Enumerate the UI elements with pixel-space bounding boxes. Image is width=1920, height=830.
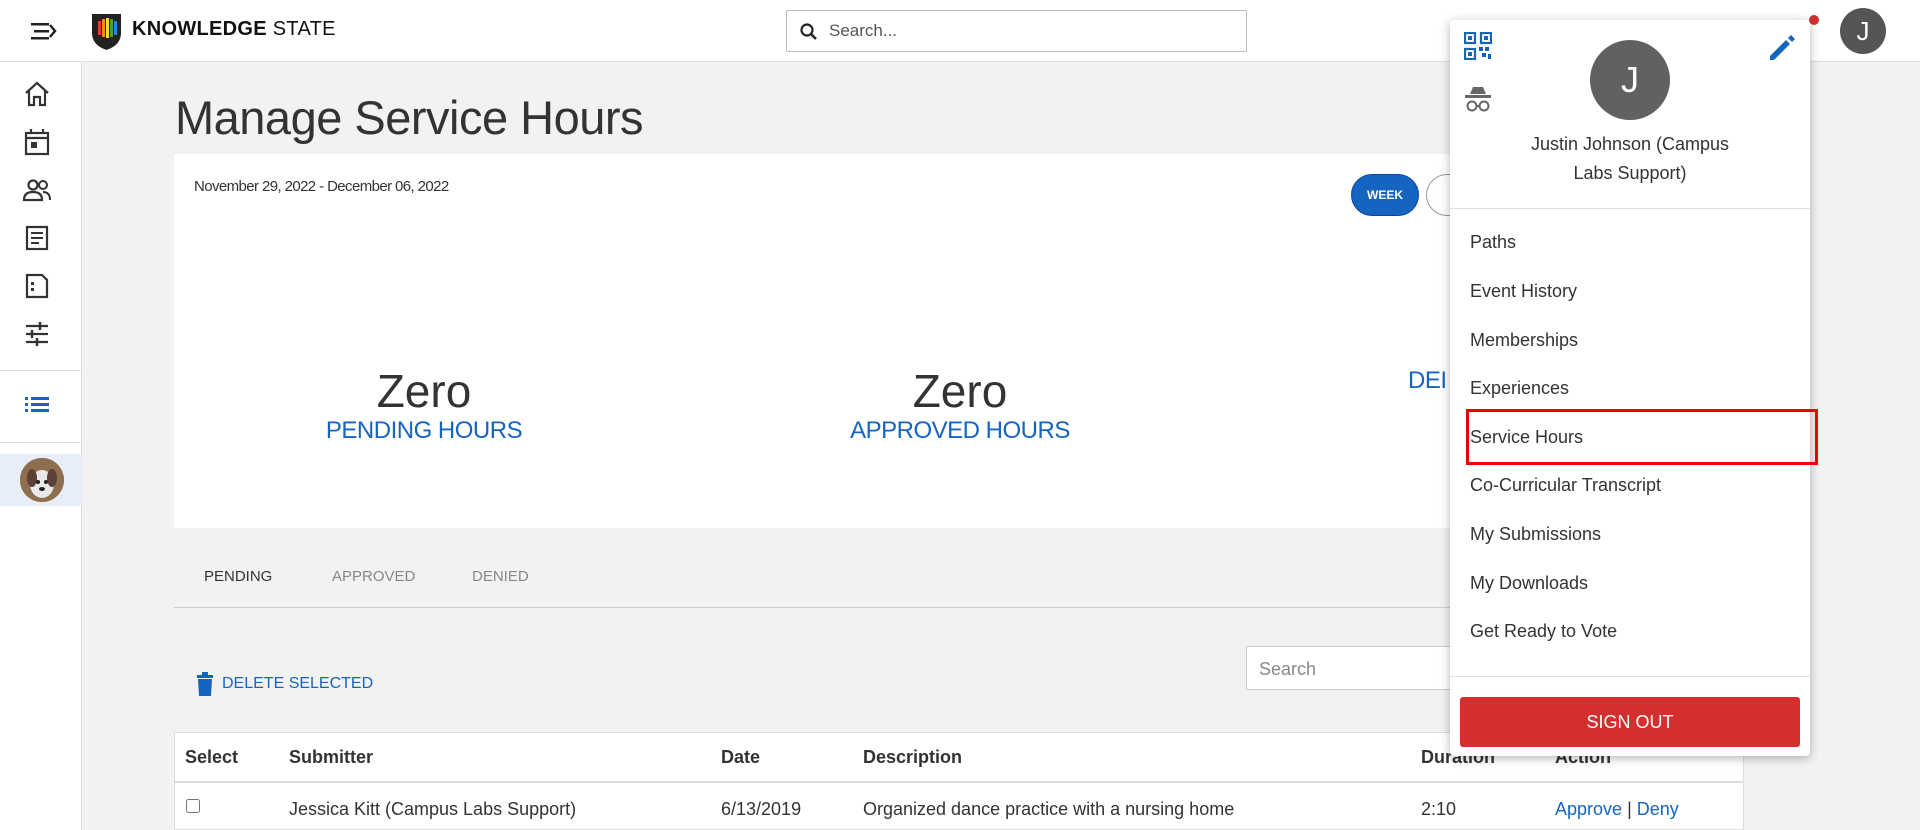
dropdown-avatar: J — [1590, 40, 1670, 120]
home-icon[interactable] — [21, 78, 53, 110]
left-nav — [0, 62, 82, 830]
people-icon[interactable] — [21, 174, 53, 206]
qr-code-icon[interactable] — [1463, 31, 1493, 61]
menu-item-service-hours[interactable]: Service Hours — [1466, 409, 1818, 465]
search-icon — [799, 22, 819, 42]
approved-hours-value: Zero — [912, 365, 1008, 417]
column-header-date[interactable]: Date — [721, 747, 760, 768]
nav-divider — [0, 370, 82, 371]
brand-name-bold: KNOWLEDGE — [132, 18, 267, 40]
user-name: Justin Johnson (Campus Labs Support) — [1530, 134, 1730, 183]
approved-hours-stat: Zero APPROVED HOURS — [810, 366, 1110, 446]
dropdown-avatar-initial: J — [1621, 59, 1639, 100]
list-icon[interactable] — [21, 388, 53, 420]
delete-selected-label: DELETE SELECTED — [222, 675, 374, 692]
notification-badge[interactable] — [1809, 15, 1819, 25]
brand-name[interactable]: KNOWLEDGE STATE — [132, 18, 336, 41]
menu-item-get-ready-to-vote[interactable]: Get Ready to Vote — [1470, 609, 1800, 653]
row-submitter: Jessica Kitt (Campus Labs Support) — [289, 799, 577, 819]
pending-hours-label: PENDING HOURS — [325, 417, 523, 444]
tab-approved[interactable]: APPROVED — [332, 568, 415, 585]
edit-profile-icon[interactable] — [1766, 32, 1798, 64]
row-description: Organized dance practice with a nursing … — [863, 799, 1235, 819]
menu-item-event-history[interactable]: Event History — [1470, 269, 1800, 313]
menu-item-co-curricular-transcript[interactable]: Co-Curricular Transcript — [1470, 463, 1800, 507]
delete-selected-button[interactable]: DELETE SELECTED — [196, 670, 373, 698]
tab-denied[interactable]: DENIED — [472, 568, 529, 585]
global-search-input[interactable] — [829, 19, 1229, 43]
nav-divider — [0, 442, 82, 443]
menu-item-experiences[interactable]: Experiences — [1470, 366, 1800, 410]
menu-item-memberships[interactable]: Memberships — [1470, 318, 1800, 362]
knowledge-state-logo[interactable] — [90, 11, 123, 51]
menu-item-my-submissions[interactable]: My Submissions — [1470, 512, 1800, 556]
highlight-box — [1466, 409, 1818, 465]
global-search — [786, 10, 1247, 52]
row-duration: 2:10 — [1421, 799, 1457, 819]
column-header-submitter[interactable]: Submitter — [289, 747, 373, 768]
row-select-checkbox[interactable] — [186, 799, 200, 813]
tab-pending[interactable]: PENDING — [204, 568, 272, 585]
approve-link[interactable]: Approve — [1555, 799, 1622, 819]
deny-link[interactable]: Deny — [1637, 799, 1679, 819]
menu-toggle-icon[interactable] — [28, 18, 58, 44]
organization-avatar-item[interactable] — [0, 454, 82, 506]
trash-icon — [197, 672, 213, 696]
row-date: 6/13/2019 — [721, 799, 802, 819]
pending-hours-value: Zero — [376, 365, 472, 417]
sign-out-button[interactable]: SIGN OUT — [1460, 697, 1800, 747]
menu-item-paths[interactable]: Paths — [1470, 220, 1800, 264]
calendar-icon[interactable] — [21, 126, 53, 158]
dropdown-divider — [1450, 676, 1810, 677]
organization-avatar — [20, 458, 64, 502]
menu-item-my-downloads[interactable]: My Downloads — [1470, 561, 1800, 605]
column-header-description[interactable]: Description — [863, 747, 962, 768]
row-actions: Approve | Deny — [1555, 799, 1679, 820]
date-range: November 29, 2022 - December 06, 2022 — [194, 178, 449, 195]
dropdown-divider — [1450, 208, 1810, 209]
form-icon[interactable] — [21, 270, 53, 302]
incognito-icon[interactable] — [1462, 84, 1494, 116]
brand-name-regular: STATE — [272, 18, 336, 40]
pending-hours-stat: Zero PENDING HOURS — [274, 366, 574, 446]
sliders-icon[interactable] — [21, 318, 53, 350]
user-avatar-initial: J — [1856, 15, 1870, 46]
document-icon[interactable] — [21, 222, 53, 254]
action-separator: | — [1627, 799, 1632, 819]
approved-hours-label: APPROVED HOURS — [850, 417, 1070, 444]
user-menu-dropdown: J Justin Johnson (Campus Labs Support) P… — [1450, 20, 1818, 756]
user-avatar-button[interactable]: J — [1840, 8, 1886, 54]
week-button[interactable]: WEEK — [1351, 174, 1419, 216]
column-header-select: Select — [185, 747, 239, 767]
page-title: Manage Service Hours — [175, 91, 644, 144]
